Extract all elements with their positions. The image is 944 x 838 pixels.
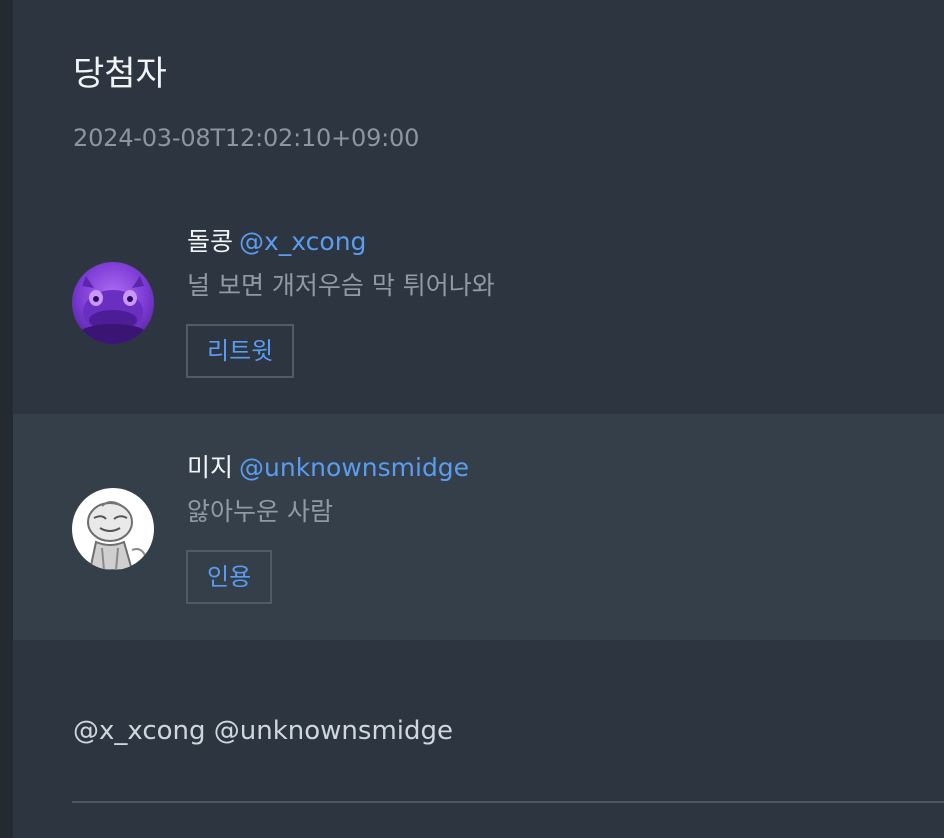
mention-summary[interactable]: @x_xcong @unknownsmidge <box>73 714 453 748</box>
author-name[interactable]: 미지 <box>187 453 233 482</box>
draw-timestamp: 2024-03-08T12:02:10+09:00 <box>73 124 420 152</box>
avatar[interactable] <box>72 488 154 570</box>
author-handle[interactable]: @unknownsmidge <box>239 453 469 482</box>
avatar[interactable] <box>72 262 154 344</box>
author-name[interactable]: 돌콩 <box>187 227 233 256</box>
divider <box>72 801 944 803</box>
winner-row: 돌콩 @x_xcong 널 보면 개저우슴 막 튀어나와 리트윗 <box>13 188 944 414</box>
quote-button[interactable]: 인용 <box>186 550 273 604</box>
sketch-person-icon <box>72 488 154 570</box>
retweet-button[interactable]: 리트윗 <box>186 324 295 378</box>
entry-text: 앓아누운 사람 <box>187 497 333 526</box>
author-line: 돌콩 @x_xcong <box>187 226 366 258</box>
author-line: 미지 @unknownsmidge <box>187 452 469 484</box>
page-title: 당첨자 <box>73 54 167 94</box>
author-handle[interactable]: @x_xcong <box>239 227 366 256</box>
winner-panel: 당첨자 2024-03-08T12:02:10+09:00 돌콩 @x_xcon… <box>13 0 944 838</box>
entry-text: 널 보면 개저우슴 막 튀어나와 <box>187 271 495 300</box>
purple-creature-icon <box>72 262 154 344</box>
winner-row: 미지 @unknownsmidge 앓아누운 사람 인용 <box>13 414 944 640</box>
